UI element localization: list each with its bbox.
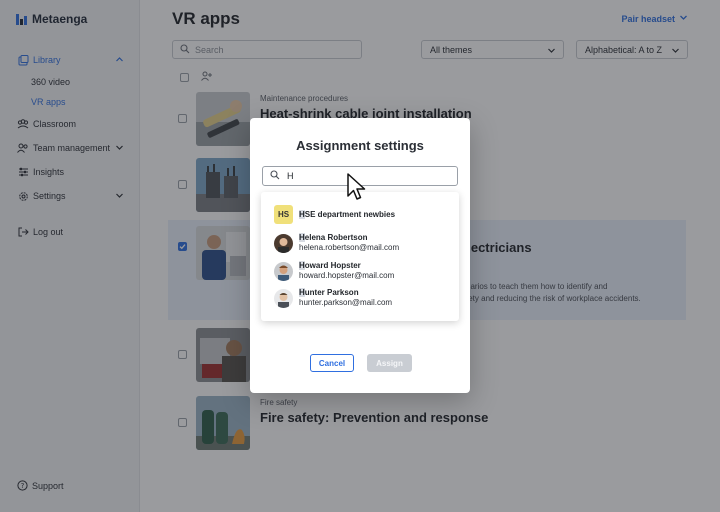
avatar <box>274 261 293 281</box>
group-avatar: HS <box>274 205 293 224</box>
assign-button[interactable]: Assign <box>367 354 412 372</box>
assignee-suggestions: HS HSE department newbies Helena Roberts… <box>261 192 459 321</box>
cancel-button[interactable]: Cancel <box>310 354 354 372</box>
suggestion-name: Hunter Parkson <box>299 288 359 297</box>
suggestion-user[interactable]: Helena Robertson helena.robertson@mail.c… <box>274 233 399 253</box>
assignment-settings-modal: Assignment settings H HS HSE department … <box>250 118 470 393</box>
suggestion-email: howard.hopster@mail.com <box>299 271 395 280</box>
suggestion-name: Helena Robertson <box>299 233 368 242</box>
suggestion-email: helena.robertson@mail.com <box>299 243 400 252</box>
suggestion-email: hunter.parkson@mail.com <box>299 298 393 307</box>
suggestion-name: Howard Hopster <box>299 261 361 270</box>
suggestion-user[interactable]: Hunter Parkson hunter.parkson@mail.com <box>274 288 392 308</box>
suggestion-name: HSE department newbies <box>299 209 396 219</box>
mouse-pointer-icon <box>346 172 368 207</box>
search-icon <box>270 170 280 182</box>
suggestion-user[interactable]: Howard Hopster howard.hopster@mail.com <box>274 261 394 281</box>
assignee-search-value: H <box>287 171 294 181</box>
avatar <box>274 288 293 308</box>
avatar <box>274 233 293 253</box>
modal-title: Assignment settings <box>296 138 424 153</box>
suggestion-group[interactable]: HS HSE department newbies <box>274 205 395 224</box>
